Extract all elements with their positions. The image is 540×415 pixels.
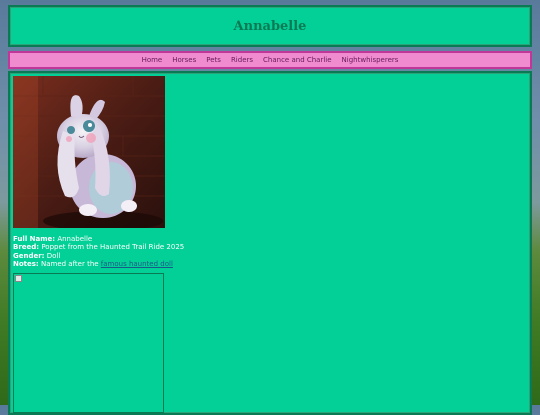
pet-photo — [13, 76, 165, 228]
site-header: Annabelle — [8, 5, 532, 47]
nav-link-riders[interactable]: Riders — [226, 56, 258, 64]
profile-info: Full Name: Annabelle Breed: Poppet from … — [13, 235, 184, 268]
nav-bar: Home Horses Pets Riders Chance and Charl… — [8, 51, 532, 69]
nav-link-pets[interactable]: Pets — [201, 56, 226, 64]
breed-row: Breed: Poppet from the Haunted Trail Rid… — [13, 243, 184, 251]
broken-image-icon — [15, 275, 22, 282]
nav-link-nightwhisperers[interactable]: Nightwhisperers — [337, 56, 404, 64]
gender-row: Gender: Doll — [13, 252, 184, 260]
full-name-row: Full Name: Annabelle — [13, 235, 184, 243]
breed-value: Poppet from the Haunted Trail Ride 2025 — [41, 243, 185, 252]
breed-label: Breed: — [13, 243, 40, 252]
full-name-value: Annabelle — [57, 235, 93, 243]
notes-row: Notes: Named after the famous haunted do… — [13, 260, 184, 268]
notes-text: Named after the — [40, 259, 99, 268]
bunny-pet-photo-icon — [13, 76, 165, 228]
gender-label: Gender: — [13, 251, 45, 260]
page-title: Annabelle — [233, 18, 307, 34]
notes-link[interactable]: famous haunted doll — [101, 260, 173, 268]
nav-link-home[interactable]: Home — [137, 56, 168, 64]
full-name-label: Full Name: — [13, 235, 56, 243]
nav-link-horses[interactable]: Horses — [167, 56, 201, 64]
gender-value: Doll — [46, 251, 61, 260]
main-content: Full Name: Annabelle Breed: Poppet from … — [8, 71, 532, 415]
notes-label: Notes: — [13, 259, 39, 268]
broken-image — [13, 273, 164, 413]
nav-link-chance-and-charlie[interactable]: Chance and Charlie — [258, 56, 337, 64]
